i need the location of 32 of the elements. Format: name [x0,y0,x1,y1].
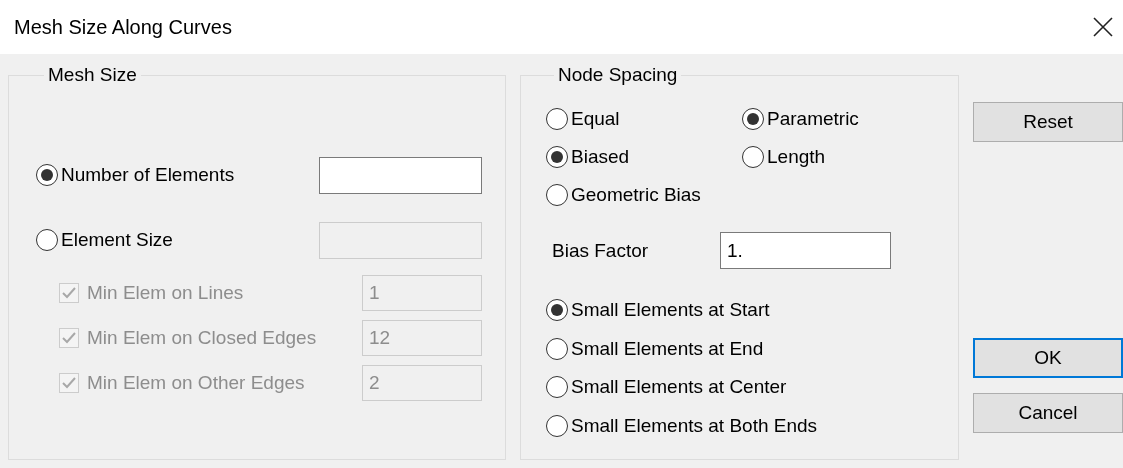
radio-button[interactable] [742,108,764,130]
dialog-button[interactable]: Reset [973,102,1123,142]
input-field[interactable] [319,156,482,194]
radio-label[interactable]: Small Elements at End [571,337,764,360]
radio-button[interactable] [36,229,58,251]
radio-label[interactable]: Length [767,146,826,168]
radio-label[interactable]: Equal [571,108,620,130]
radio-button[interactable] [546,376,568,399]
window-title: Mesh Size Along Curves [14,15,232,39]
radio-button[interactable] [546,108,568,130]
field-label: Bias Factor [552,239,650,262]
dialog-button[interactable]: Cancel [973,393,1123,433]
radio-label[interactable]: Number of Elements [61,164,235,186]
radio-button[interactable] [36,164,58,186]
radio-label[interactable]: Element Size [61,229,173,251]
radio-label[interactable]: Parametric [767,108,859,130]
radio-label[interactable]: Small Elements at Both Ends [571,414,818,437]
radio-button[interactable] [546,299,568,322]
radio-button[interactable] [546,184,568,206]
radio-button[interactable] [742,146,764,168]
radio-label[interactable]: Small Elements at Center [571,376,787,399]
radio-button[interactable] [546,414,568,437]
radio-label[interactable]: Geometric Bias [571,184,701,206]
close-icon[interactable] [1093,17,1113,37]
radio-label[interactable]: Small Elements at Start [571,299,770,322]
group-title: Mesh Size [47,64,138,86]
input-field[interactable]: 1. [720,232,891,269]
radio-button[interactable] [546,146,568,168]
group-title: Node Spacing [557,64,679,86]
radio-button[interactable] [546,337,568,360]
dialog-button[interactable]: OK [973,338,1123,378]
radio-label[interactable]: Biased [571,146,630,168]
